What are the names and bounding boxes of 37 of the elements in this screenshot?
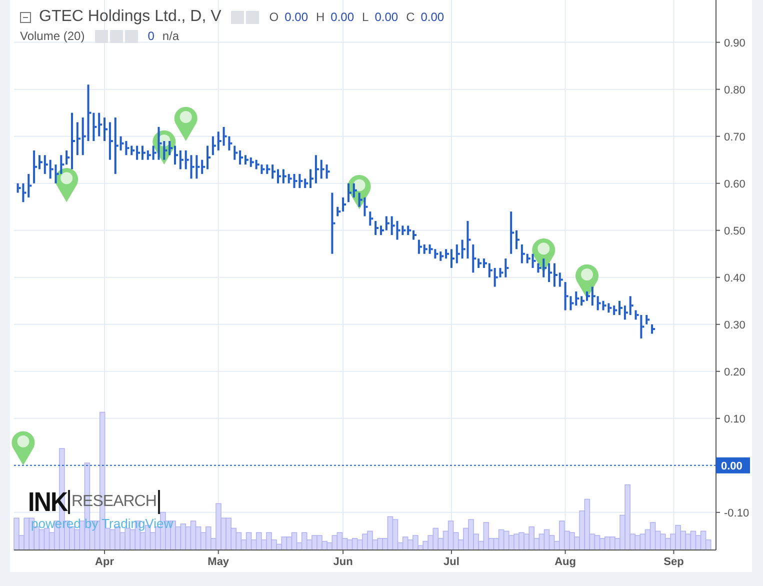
- ohlc-value: 0.00: [420, 10, 444, 24]
- ohlc-label: H: [316, 10, 325, 24]
- time-axis-label: May: [208, 556, 230, 568]
- ohlc-value: 0.00: [284, 10, 308, 24]
- time-axis-label: Jul: [444, 556, 460, 568]
- marker-pin-icon[interactable]: [174, 106, 198, 142]
- ohlc-label: L: [362, 10, 369, 24]
- symbol-title: GTEC Holdings Ltd., D, V: [39, 8, 222, 26]
- marker-pin-icon[interactable]: [12, 431, 35, 466]
- price-axis-label: 0.20: [724, 366, 746, 378]
- ohlc-label: O: [269, 10, 279, 24]
- logo-subtext: RESEARCH: [68, 490, 160, 514]
- price-axis-label: 0.10: [724, 413, 746, 426]
- indicator-value: 0: [148, 29, 154, 43]
- powered-by-link[interactable]: powered by TradingView: [31, 516, 174, 531]
- price-axis-label: 0.90: [724, 37, 746, 50]
- ohlc-label: C: [406, 10, 415, 24]
- price-line-badge: [716, 457, 750, 474]
- price-axis-label: 0.50: [724, 225, 746, 238]
- price-axis-label: 0.40: [724, 272, 746, 284]
- marker-pin-icon[interactable]: [55, 168, 78, 202]
- indicator-title: Volume (20): [20, 29, 85, 43]
- ohlc-value: 0.00: [330, 10, 354, 24]
- time-axis-label: Apr: [95, 556, 114, 568]
- price-axis-label: 0.80: [724, 84, 746, 96]
- price-axis-label: 0.30: [724, 319, 746, 332]
- price-axis-label: 0.70: [724, 131, 746, 144]
- price-axis-label: 0.60: [724, 178, 746, 190]
- price-axis-label: -0.10: [724, 507, 750, 520]
- time-axis-label: Aug: [554, 556, 576, 568]
- ohlc-value: 0.00: [374, 10, 398, 24]
- time-axis-label: Jun: [333, 556, 353, 568]
- collapse-icon[interactable]: [20, 12, 31, 22]
- logo-text: INK: [28, 488, 68, 516]
- time-axis-label: Sep: [664, 556, 684, 568]
- indicator-reading: n/a: [162, 29, 180, 43]
- price-line-label: 0.00: [721, 460, 742, 472]
